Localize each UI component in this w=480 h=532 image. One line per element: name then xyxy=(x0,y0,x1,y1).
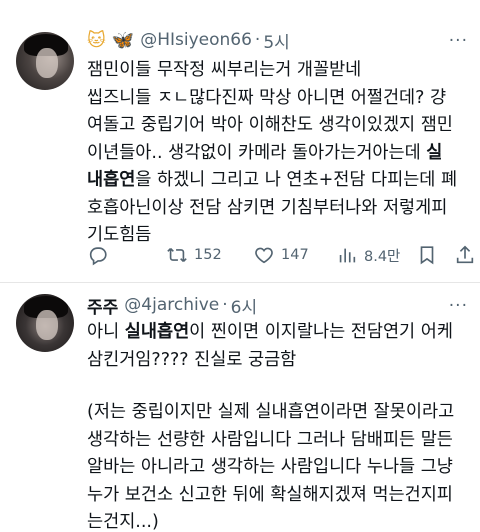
tweet-2-header: 주주 @4jarchive · 6시 xyxy=(87,293,470,318)
highlighted-keyword: 실내흡연 xyxy=(124,322,190,342)
retweet-count: 152 xyxy=(194,247,222,263)
tweet-1-header: 🐱 🦋 @HIsiyeon66 · 5시 xyxy=(87,28,290,53)
highlighted-keyword: 실 xyxy=(426,142,443,163)
cat-face-emoji-icon: 🐱 xyxy=(87,29,106,51)
retweet-button[interactable]: 152 xyxy=(166,244,222,266)
bookmark-button[interactable] xyxy=(416,244,438,266)
timestamp[interactable]: 5시 xyxy=(263,28,289,53)
heart-icon xyxy=(255,247,273,264)
views-button[interactable]: 8.4만 xyxy=(336,244,400,266)
bookmark-icon xyxy=(420,246,434,265)
user-handle[interactable]: @HIsiyeon66 xyxy=(140,30,252,50)
reply-button[interactable] xyxy=(87,244,115,266)
timestamp[interactable]: 6시 xyxy=(231,293,257,318)
tweet-1-actions: 152 147 8.4만 xyxy=(87,244,480,270)
avatar[interactable] xyxy=(16,32,74,90)
share-icon xyxy=(456,245,474,264)
view-count: 8.4만 xyxy=(364,248,401,265)
display-name[interactable]: 주주 xyxy=(87,293,118,318)
reply-icon xyxy=(89,247,107,266)
tweet-2-text-paragraph: (저는 중립이지만 실제 실내흡연이라면 잘못이라고 생각하는 선량한 사람입니… xyxy=(87,402,455,532)
retweet-icon xyxy=(167,247,187,263)
butterfly-emoji-icon: 🦋 xyxy=(111,29,135,51)
like-button[interactable]: 147 xyxy=(253,244,309,266)
highlighted-keyword: 내흡연 xyxy=(87,170,136,190)
views-icon xyxy=(339,248,356,263)
tweet-1-text: 잼민이들 무작정 씨부리는거 개꼴받네 씹즈니들 ㅈㄴ많다진짜 막상 아니면 어… xyxy=(87,60,458,245)
tweet-2-text: 아니 실내흡연이 찐이면 이지랄나는 전담연기 어케 삼킨거임???? 진실로 … xyxy=(87,322,453,370)
user-handle[interactable]: @4jarchive xyxy=(124,295,219,315)
like-count: 147 xyxy=(281,247,309,263)
avatar[interactable] xyxy=(16,294,74,352)
share-button[interactable] xyxy=(454,244,476,266)
more-options-icon[interactable]: ··· xyxy=(449,296,468,316)
more-options-icon[interactable]: ··· xyxy=(449,31,468,51)
